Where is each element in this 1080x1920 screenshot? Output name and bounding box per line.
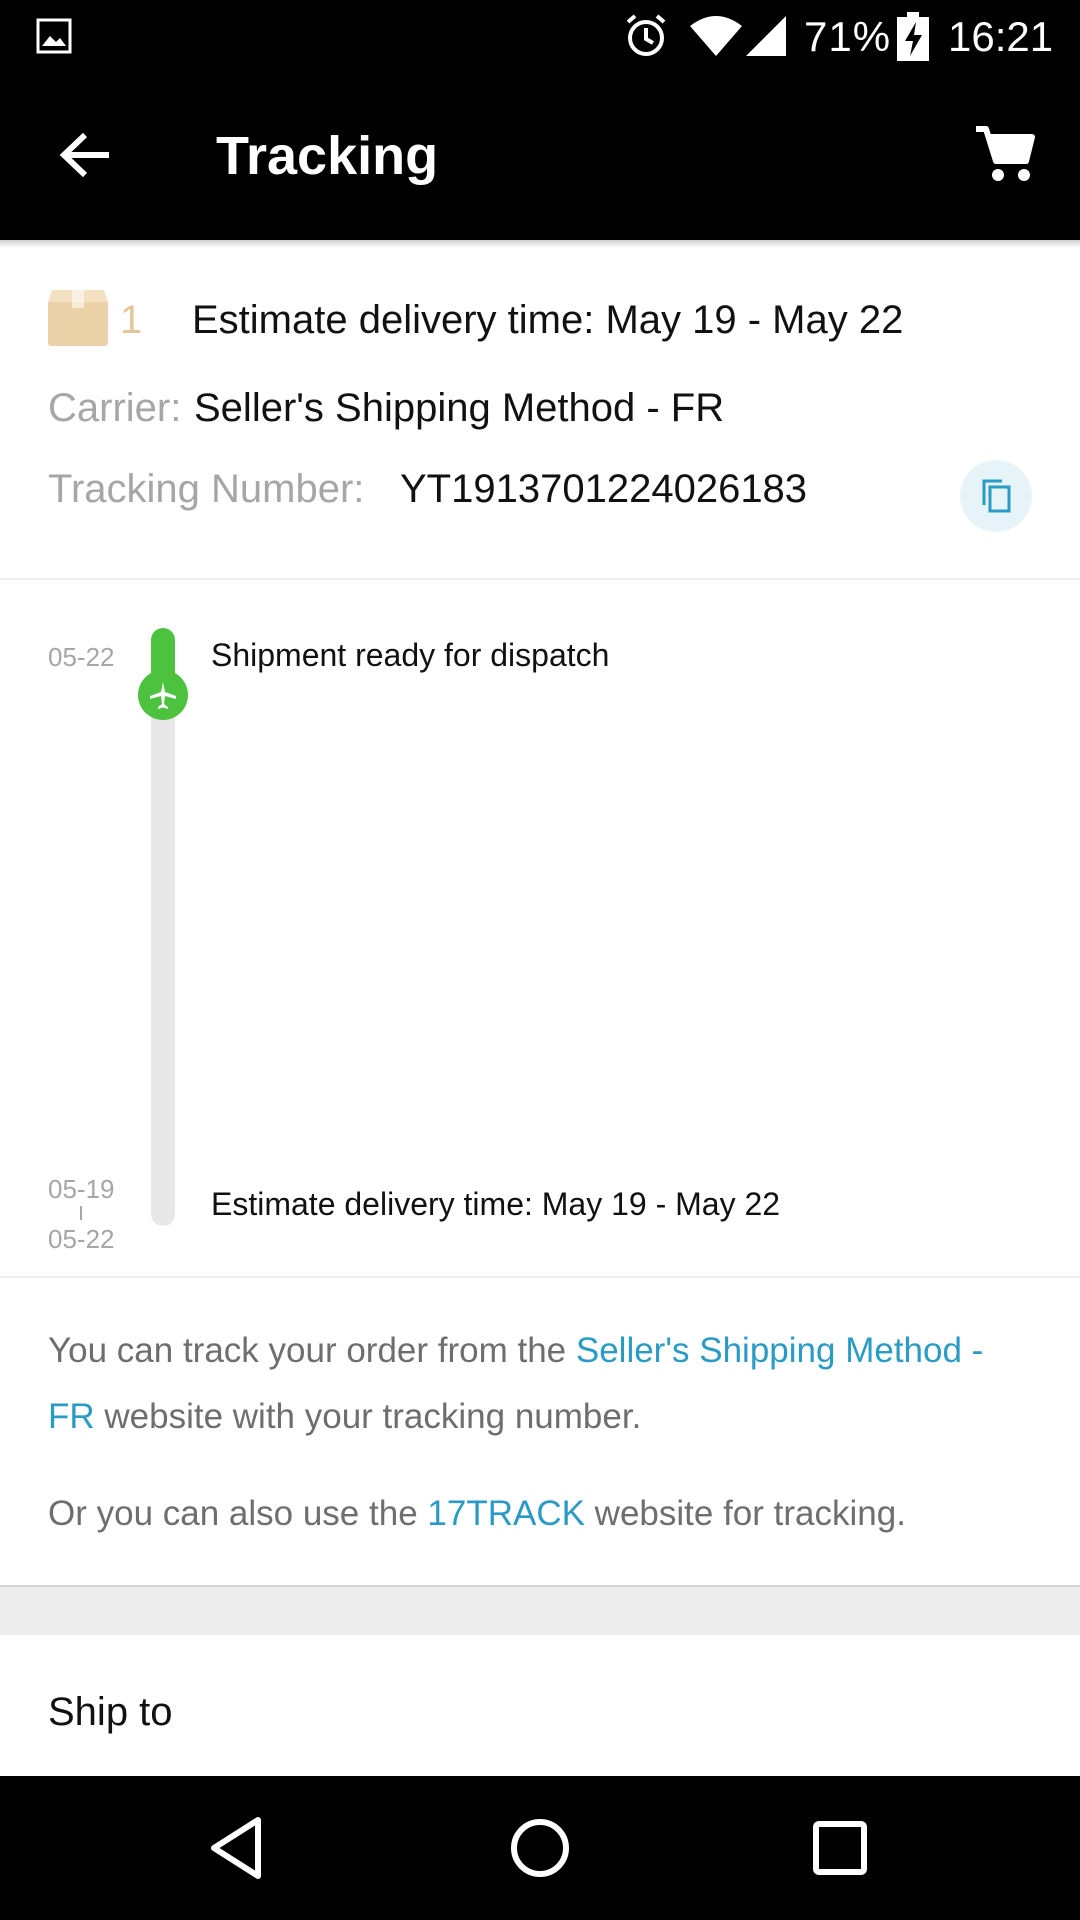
tracking-number-value: YT1913701224026183 [400,467,808,511]
hint-text: website with your tracking number. [94,1397,642,1436]
gallery-icon [36,18,72,54]
arrow-left-icon [59,132,109,178]
plane-icon [150,682,176,709]
carrier-tracking-hint: You can track your order from the Seller… [48,1318,1038,1450]
status-bar: 71% 16:21 [0,0,1080,74]
app-bar-shadow [0,240,1080,248]
airplane-status-icon [138,670,188,720]
shopping-cart-icon [976,126,1035,181]
back-button[interactable] [40,110,130,200]
timeline-date: 05-22 [48,642,115,672]
ship-to-heading: Ship to [48,1690,173,1734]
copy-icon [982,479,1011,513]
nav-home-icon[interactable] [500,1806,580,1890]
divider [0,1276,1080,1278]
cart-button[interactable] [960,110,1050,200]
17track-hint: Or you can also use the 17TRACK website … [48,1490,1038,1538]
carrier-label: Carrier: [48,386,182,430]
hint-text: You can track your order from the [48,1331,576,1370]
signal-icon [746,16,786,56]
hint-text: Or you can also use the [48,1494,428,1533]
divider [0,578,1080,580]
battery-percentage: 71% [804,13,892,60]
hint-text: website for tracking. [584,1494,906,1533]
page-title: Tracking [216,126,439,186]
battery-charging-icon [897,12,929,61]
alarm-icon [626,14,666,56]
timeline-event-text: Estimate delivery time: May 19 - May 22 [211,1186,781,1222]
system-nav-bar [0,1776,1080,1920]
copy-tracking-button[interactable] [960,460,1032,532]
wifi-icon [690,16,742,56]
section-separator [0,1585,1080,1635]
date-range-separator [80,1206,82,1220]
timeline-event-text: Shipment ready for dispatch [211,637,610,673]
tracking-number-label: Tracking Number: [48,467,365,511]
nav-recents-icon[interactable] [800,1806,880,1890]
17track-link[interactable]: 17TRACK [427,1494,585,1533]
timeline-date-to: 05-22 [48,1224,115,1254]
timeline-date-from: 05-19 [48,1174,115,1204]
clock: 16:21 [948,13,1054,60]
package-icon [48,290,108,346]
nav-back-icon[interactable] [200,1806,280,1890]
package-count: 1 [120,298,143,342]
app-bar: Tracking [0,74,1080,240]
carrier-value: Seller's Shipping Method - FR [194,386,725,430]
estimate-delivery-time: Estimate delivery time: May 19 - May 22 [192,298,904,342]
